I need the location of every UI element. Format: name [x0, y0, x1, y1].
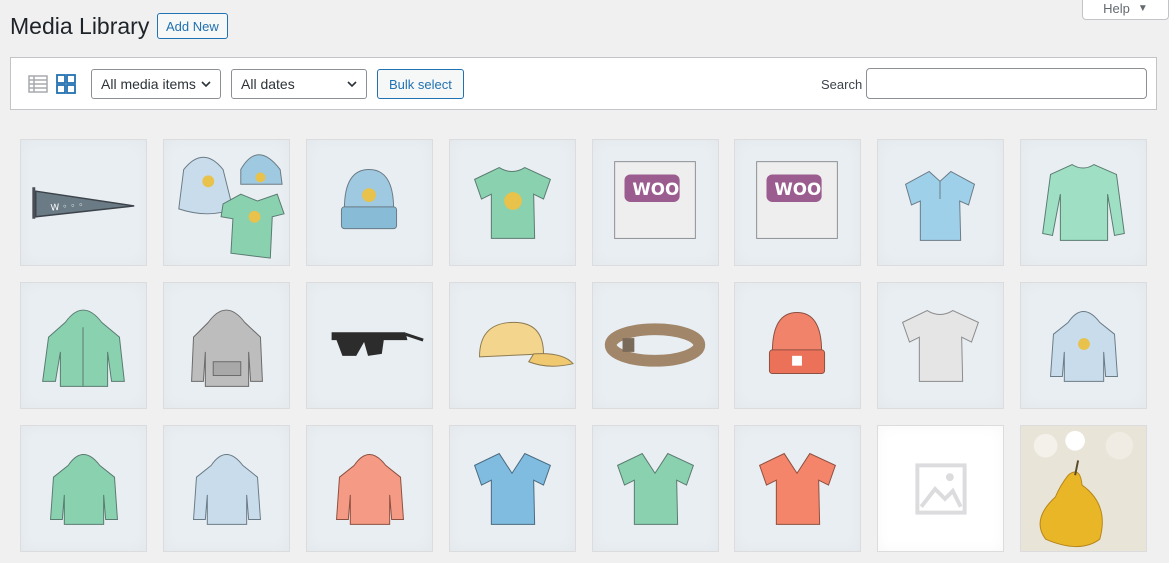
media-item-beanie[interactable]	[306, 139, 433, 266]
media-item-hoodie-logo[interactable]	[1020, 282, 1147, 409]
media-item-hoodie-blue[interactable]	[163, 425, 290, 552]
media-item-pear-photo[interactable]	[1020, 425, 1147, 552]
media-item-belt[interactable]	[592, 282, 719, 409]
media-item-cap[interactable]	[449, 282, 576, 409]
grid-view-icon[interactable]	[56, 74, 76, 94]
media-toolbar: All media items All dates Bulk select Se…	[10, 57, 1157, 110]
media-item-vneck-blue[interactable]	[449, 425, 576, 552]
media-item-hoodie-gray[interactable]	[163, 282, 290, 409]
media-item-pennant[interactable]: W ◦ ◦ ◦	[20, 139, 147, 266]
media-item-sunglasses[interactable]	[306, 282, 433, 409]
media-item-polo[interactable]	[877, 139, 1004, 266]
media-item-hoodie-green[interactable]	[20, 425, 147, 552]
media-item-hoodie-zip[interactable]	[20, 282, 147, 409]
search-label: Search	[821, 77, 863, 92]
media-item-vneck-red[interactable]	[734, 425, 861, 552]
svg-text:WOO: WOO	[632, 179, 679, 199]
media-item-placeholder[interactable]	[877, 425, 1004, 552]
page-title: Media Library	[10, 13, 150, 39]
media-item-long-sleeve[interactable]	[1020, 139, 1147, 266]
date-filter[interactable]: All dates	[231, 69, 367, 99]
media-item-tshirt-logo[interactable]	[449, 139, 576, 266]
media-type-value: All media items	[101, 76, 196, 92]
chevron-down-icon	[347, 81, 357, 88]
media-item-beanie-orange[interactable]	[734, 282, 861, 409]
caret-down-icon: ▼	[1137, 3, 1148, 14]
media-item-woo-single[interactable]: WOO	[592, 139, 719, 266]
svg-text:WOO: WOO	[774, 179, 821, 199]
media-item-hoodie-red[interactable]	[306, 425, 433, 552]
media-item-vneck-green[interactable]	[592, 425, 719, 552]
add-new-button[interactable]: Add New	[157, 13, 228, 39]
search-input[interactable]	[866, 68, 1147, 99]
chevron-down-icon	[201, 81, 211, 88]
bulk-select-button[interactable]: Bulk select	[377, 69, 464, 99]
help-tab[interactable]: Help ▼	[1082, 0, 1169, 20]
media-item-woo-album[interactable]: WOO	[734, 139, 861, 266]
date-filter-value: All dates	[241, 76, 295, 92]
list-view-icon[interactable]	[28, 74, 48, 94]
media-item-tshirt-gray[interactable]	[877, 282, 1004, 409]
media-type-filter[interactable]: All media items	[91, 69, 221, 99]
help-label: Help	[1103, 1, 1130, 16]
media-item-bundle[interactable]	[163, 139, 290, 266]
